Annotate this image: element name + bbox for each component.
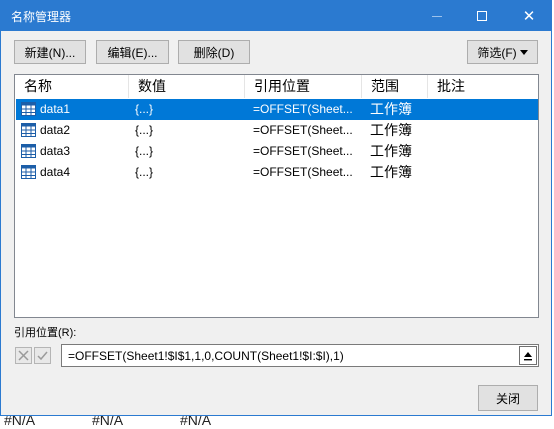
edit-button-label: 编辑(E)...: [107, 45, 158, 60]
cancel-x-icon: [18, 350, 29, 361]
filter-button-label: 筛选(F): [477, 45, 517, 60]
row-scope: 工作簿: [370, 143, 412, 159]
row-name: data1: [40, 102, 71, 116]
delete-button-label: 删除(D): [193, 45, 235, 60]
column-header-scope[interactable]: 范围: [362, 75, 428, 98]
row-name: data4: [40, 165, 71, 179]
row-refers-to: =OFFSET(Sheet...: [253, 102, 353, 116]
row-refers-to: =OFFSET(Sheet...: [253, 144, 353, 158]
close-button[interactable]: 关闭: [478, 385, 538, 411]
row-refers-to: =OFFSET(Sheet...: [253, 165, 353, 179]
close-button-label: 关闭: [495, 391, 520, 406]
close-window-button[interactable]: ✕: [507, 1, 551, 31]
list-header: 名称 数值 引用位置 范围 批注: [15, 75, 538, 98]
delete-button[interactable]: 删除(D): [178, 40, 250, 64]
new-button-label: 新建(N)...: [24, 45, 76, 60]
column-header-refers-to[interactable]: 引用位置: [245, 75, 362, 98]
new-button[interactable]: 新建(N)...: [14, 40, 86, 64]
list-row[interactable]: data1 {...} =OFFSET(Sheet... 工作簿: [16, 99, 538, 120]
minimize-button: [415, 1, 459, 31]
names-list[interactable]: 名称 数值 引用位置 范围 批注 data1 {...} =OFFSET(She…: [14, 74, 539, 318]
row-value: {...}: [135, 165, 154, 179]
row-value: {...}: [135, 102, 154, 116]
row-name: data3: [40, 144, 71, 158]
row-scope: 工作簿: [370, 122, 412, 138]
row-refers-to: =OFFSET(Sheet...: [253, 123, 353, 137]
edit-button[interactable]: 编辑(E)...: [96, 40, 169, 64]
table-icon: [21, 165, 36, 179]
maximize-button[interactable]: [460, 1, 504, 31]
background-sheet: #N/A #N/A #N/A: [0, 416, 554, 429]
background-cell: #N/A: [92, 416, 124, 428]
background-cell: #N/A: [180, 416, 212, 428]
name-manager-dialog: 名称管理器 ✕ 新建(N)... 编辑(E)... 删除(D) 筛选(F) 名称…: [0, 0, 552, 416]
confirm-edit-button: [34, 347, 51, 364]
table-icon: [21, 102, 36, 116]
row-name: data2: [40, 123, 71, 137]
background-cell: #N/A: [4, 416, 36, 428]
row-scope: 工作簿: [370, 101, 412, 117]
row-scope: 工作簿: [370, 164, 412, 180]
refers-to-field[interactable]: =OFFSET(Sheet1!$I$1,1,0,COUNT(Sheet1!$I:…: [61, 344, 539, 367]
column-header-comment[interactable]: 批注: [428, 75, 538, 98]
column-header-name[interactable]: 名称: [15, 75, 129, 98]
collapse-dialog-button[interactable]: [519, 346, 537, 365]
row-value: {...}: [135, 144, 154, 158]
list-row[interactable]: data3 {...} =OFFSET(Sheet... 工作簿: [16, 141, 538, 162]
dropdown-caret-icon: [519, 49, 528, 55]
filter-button[interactable]: 筛选(F): [467, 40, 538, 64]
confirm-check-icon: [37, 351, 48, 361]
column-header-value[interactable]: 数值: [129, 75, 245, 98]
table-icon: [21, 123, 36, 137]
row-value: {...}: [135, 123, 154, 137]
collapse-dialog-icon: [524, 351, 532, 360]
table-icon: [21, 144, 36, 158]
refers-to-value: =OFFSET(Sheet1!$I$1,1,0,COUNT(Sheet1!$I:…: [68, 349, 344, 363]
window-title: 名称管理器: [11, 10, 72, 24]
maximize-icon: [477, 11, 487, 21]
title-bar[interactable]: 名称管理器 ✕: [1, 1, 551, 31]
list-row[interactable]: data2 {...} =OFFSET(Sheet... 工作簿: [16, 120, 538, 141]
close-icon: ✕: [522, 7, 536, 25]
cancel-edit-button: [15, 347, 32, 364]
list-row[interactable]: data4 {...} =OFFSET(Sheet... 工作簿: [16, 162, 538, 183]
refers-to-label: 引用位置(R):: [14, 327, 77, 339]
minimize-icon: [432, 15, 442, 17]
